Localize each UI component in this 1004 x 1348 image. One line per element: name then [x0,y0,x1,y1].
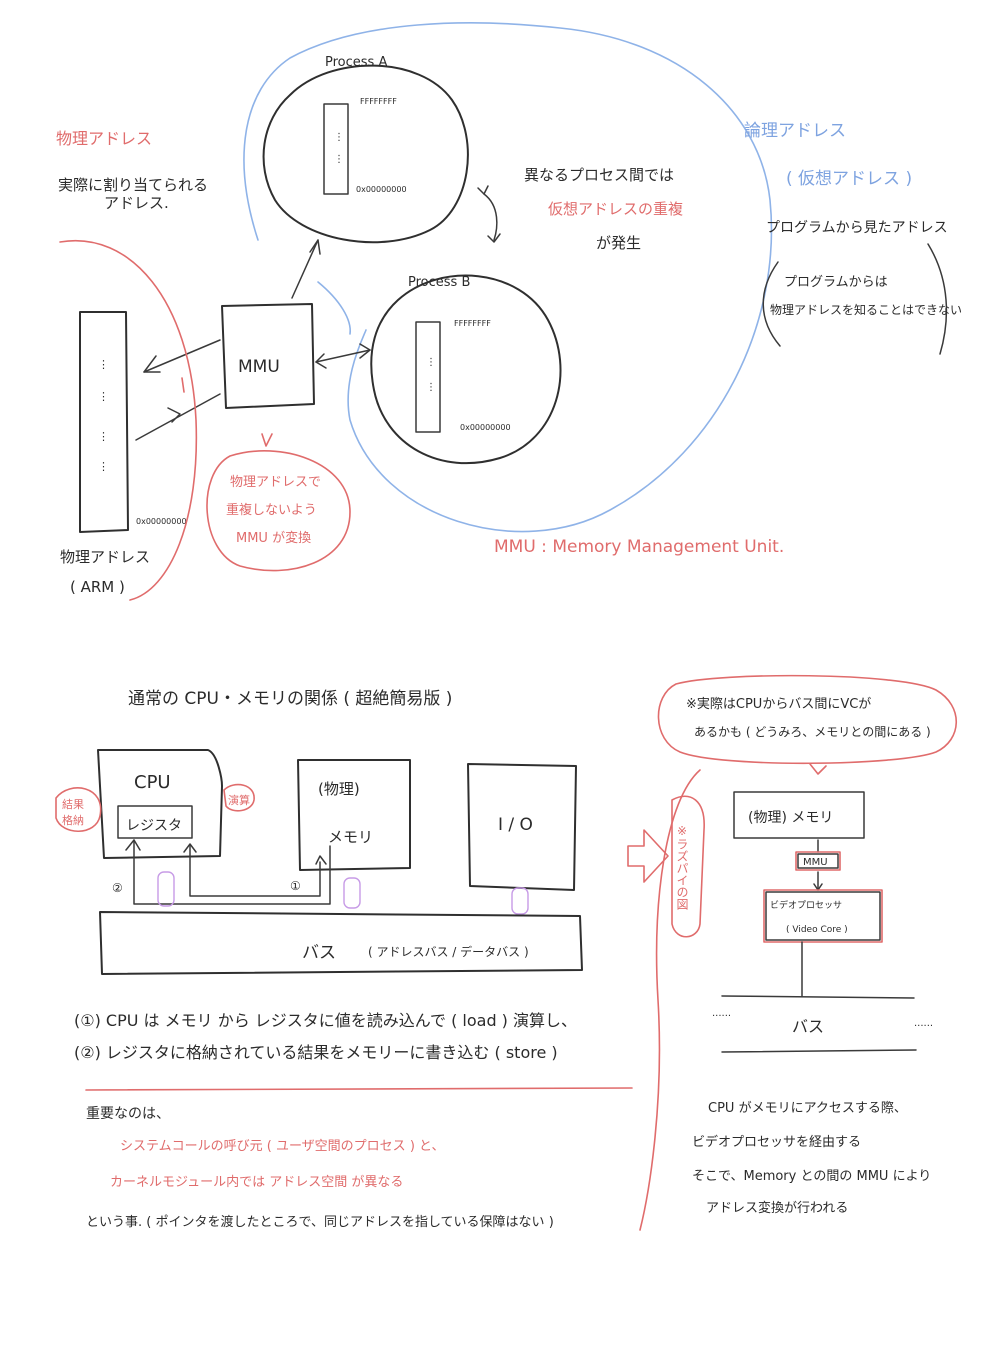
side-note-line-2: あるかも ( どうみろ、メモリとの間にある ) [694,725,931,739]
physical-note-title: 物理アドレス [56,129,152,148]
physical-note-line-2: アドレス. [104,194,169,212]
svg-text:⋮: ⋮ [426,357,436,368]
mmu-note-line-2: 重複しないよう [226,502,317,518]
process-b-high-addr: FFFFFFFF [454,319,491,328]
mmu-definition: MMU : Memory Management Unit. [494,537,784,557]
mmu-box: MMU [221,303,315,409]
mmu-note-line-3: MMU が変換 [236,530,311,546]
physical-note-line-1: 実際に割り当てられる [58,176,208,194]
important-line-3: カーネルモジュール内では アドレス空間 が異なる [110,1174,403,1190]
side-mmu-label: MMU [803,857,828,868]
process-b-low-addr: 0x00000000 [460,423,511,432]
side-vertical-label: ※ラズパイの図 [671,795,705,938]
process-a-high-addr: FFFFFFFF [360,97,397,106]
logical-note-right-paren [927,243,948,355]
io-label: I / O [498,815,533,835]
side-panel-border [639,769,701,1231]
logical-title: 論理アドレス [744,121,846,141]
marker-1: ① [290,879,301,893]
cpu-side-right: 演算 [228,793,250,807]
logical-desc: プログラムから見たアドレス [766,220,948,236]
svg-text:⋮: ⋮ [334,154,344,165]
bus-detail: ( アドレスバス / データバス ) [368,944,529,959]
side-footer-4: アドレス変換が行われる [706,1200,848,1216]
physical-caption-1: 物理アドレス [60,548,150,566]
physical-tick [181,377,185,393]
step-2: (②) レジスタに格納されている結果をメモリーに書き込む ( store ) [74,1043,558,1062]
side-memory-label: (物理) メモリ [748,810,833,826]
mmu-label: MMU [238,357,280,377]
cpu-box: CPU レジスタ [97,749,223,859]
side-mmu-box: MMU [795,851,841,871]
cpu-side-left-2: 格納 [62,813,84,827]
side-vertical-text: ※ラズパイの図 [675,824,689,910]
duplicate-note-line-3: が発生 [596,234,641,252]
side-video-label-1: ビデオプロセッサ [770,899,842,911]
physical-memory: ⋮ ⋮ ⋮ ⋮ 0x00000000 [79,311,187,533]
bus-connectors [157,871,529,915]
process-a-low-addr: 0x00000000 [356,185,407,194]
register-label: レジスタ [126,818,182,834]
mmu-note-line-1: 物理アドレスで [230,475,321,490]
process-b-memory-bar [415,321,441,433]
memory-label-1: (物理) [318,780,360,798]
side-bus: ...... ...... バス [712,995,933,1053]
marker-2: ② [112,881,123,895]
physical-low-addr: 0x00000000 [136,517,187,526]
side-memory-box: (物理) メモリ [733,791,865,839]
svg-text:⋮: ⋮ [98,460,109,473]
connection-arrows [135,185,501,441]
side-video-box: ビデオプロセッサ ( Video Core ) [763,889,883,943]
svg-text:⋮: ⋮ [426,382,436,393]
physical-caption-2: ( ARM ) [70,578,125,596]
step-1: (①) CPU は メモリ から レジスタに値を読み込んで ( load ) 演… [74,1011,577,1030]
logical-note-line-2: 物理アドレスを知ることはできない [770,303,962,317]
side-footer-2: ビデオプロセッサを経由する [692,1134,861,1150]
section-divider [85,1087,633,1091]
side-bus-dots-right: ...... [914,1018,933,1029]
virtual-space-inner-curve [317,281,351,335]
side-footer-1: CPU がメモリにアクセスする際、 [708,1101,907,1116]
side-footer-3: そこで、Memory との間の MMU により [692,1169,931,1184]
process-b: Process B ⋮ ⋮ FFFFFFFF 0x00000000 [370,274,562,465]
bus: バス ( アドレスバス / データバス ) [99,911,583,975]
side-note-bubble: ※実際はCPUからバス間にVCが あるかも ( どうみろ、メモリとの間にある ) [657,674,958,775]
important-line-1: 重要なのは、 [86,1106,170,1122]
process-a: Process A ⋮ ⋮ FFFFFFFF 0x00000000 [262,55,469,244]
mmu-note: 物理アドレスで 重複しないよう MMU が変換 [206,433,351,572]
memory-label-2: メモリ [328,828,373,846]
duplicate-note-line-1: 異なるプロセス間では [524,166,674,184]
side-note-line-1: ※実際はCPUからバス間にVCが [686,696,871,712]
cpu-side-left-1: 結果 [62,797,84,811]
logical-note-line-1: プログラムからは [784,275,888,290]
process-b-title: Process B [408,275,470,290]
cpu-label: CPU [134,772,171,793]
important-line-4: という事. ( ポインタを渡したところで、同じアドレスを指している保障はない ) [86,1214,554,1230]
side-bus-dots-left: ...... [712,1008,731,1019]
important-line-2: システムコールの呼び元 ( ユーザ空間のプロセス ) と、 [120,1139,445,1154]
process-a-title: Process A [325,55,387,70]
bus-label: バス [302,943,336,963]
duplicate-note-line-2: 仮想アドレスの重複 [548,200,683,218]
side-video-label-2: ( Video Core ) [786,925,848,935]
svg-text:⋮: ⋮ [334,132,344,143]
virtual-label: ( 仮想アドレス ) [786,169,912,189]
side-bus-label: バス [792,1017,824,1036]
notebook-canvas: Process A ⋮ ⋮ FFFFFFFF 0x00000000 Proces… [55,22,962,1231]
io-box: I / O [467,763,577,891]
process-a-memory-bar [323,103,349,195]
bottom-heading: 通常の CPU・メモリの関係 ( 超絶簡易版 ) [128,689,452,709]
svg-text:⋮: ⋮ [98,390,109,403]
memory-box: (物理) メモリ [297,759,411,871]
svg-text:⋮: ⋮ [98,358,109,371]
svg-text:⋮: ⋮ [98,430,109,443]
